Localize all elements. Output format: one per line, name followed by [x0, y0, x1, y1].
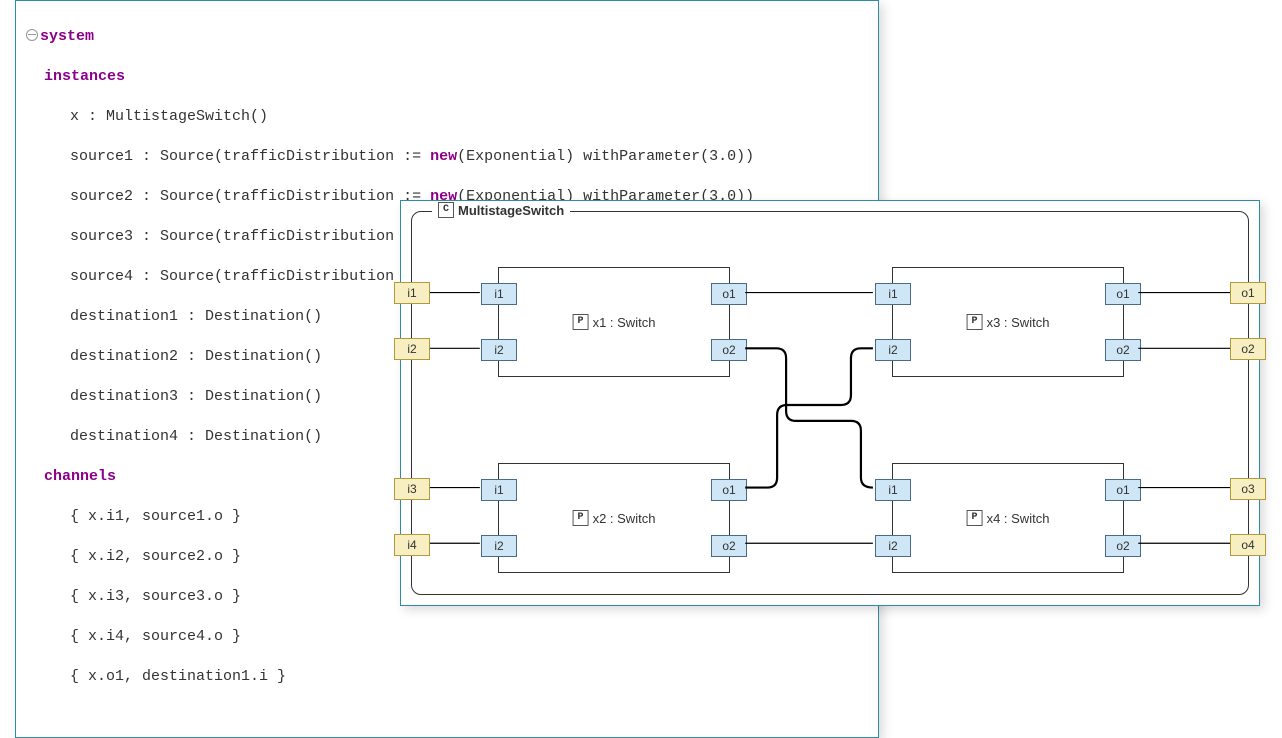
port-i1[interactable]: i1 [481, 479, 517, 501]
port-o2[interactable]: o2 [1105, 535, 1141, 557]
switch-x2[interactable]: P x2 : Switch i1 i2 o1 o2 [498, 463, 730, 573]
ext-port-o2[interactable]: o2 [1230, 338, 1266, 360]
ext-port-i4[interactable]: i4 [394, 534, 430, 556]
port-o1[interactable]: o1 [711, 479, 747, 501]
switch-label: P x4 : Switch [967, 510, 1050, 526]
switch-label: P x1 : Switch [573, 314, 656, 330]
port-i2[interactable]: i2 [481, 339, 517, 361]
diagram-panel: C MultistageSwitch i1 i2 i3 i4 o1 o2 o3 … [400, 200, 1260, 606]
cluster-multistage-switch: C MultistageSwitch i1 i2 i3 i4 o1 o2 o3 … [411, 211, 1249, 595]
kw-channels: channels [44, 468, 116, 485]
ext-port-i1[interactable]: i1 [394, 282, 430, 304]
port-i2[interactable]: i2 [875, 339, 911, 361]
port-o2[interactable]: o2 [1105, 339, 1141, 361]
ext-port-o4[interactable]: o4 [1230, 534, 1266, 556]
switch-label: P x3 : Switch [967, 314, 1050, 330]
port-o1[interactable]: o1 [1105, 283, 1141, 305]
cluster-title-label: MultistageSwitch [458, 203, 564, 218]
cluster-title: C MultistageSwitch [432, 202, 570, 218]
port-i1[interactable]: i1 [875, 479, 911, 501]
port-o2[interactable]: o2 [711, 535, 747, 557]
switch-tag-icon: P [967, 314, 983, 330]
port-o1[interactable]: o1 [1105, 479, 1141, 501]
switch-tag-icon: P [573, 314, 589, 330]
code-line: { x.o1, destination1.i } [26, 667, 868, 687]
ext-port-o1[interactable]: o1 [1230, 282, 1266, 304]
port-i1[interactable]: i1 [481, 283, 517, 305]
kw-instances: instances [44, 68, 125, 85]
port-o1[interactable]: o1 [711, 283, 747, 305]
ext-port-i3[interactable]: i3 [394, 478, 430, 500]
switch-tag-icon: P [967, 510, 983, 526]
code-line: source1 : Source(trafficDistribution := … [26, 147, 868, 167]
port-i1[interactable]: i1 [875, 283, 911, 305]
switch-x1[interactable]: P x1 : Switch i1 i2 o1 o2 [498, 267, 730, 377]
fold-gutter-icon[interactable] [26, 29, 38, 41]
code-line: { x.i4, source4.o } [26, 627, 868, 647]
switch-tag-icon: P [573, 510, 589, 526]
cluster-tag-icon: C [438, 202, 454, 218]
ext-port-i2[interactable]: i2 [394, 338, 430, 360]
switch-label: P x2 : Switch [573, 510, 656, 526]
switch-x3[interactable]: P x3 : Switch i1 i2 o1 o2 [892, 267, 1124, 377]
port-i2[interactable]: i2 [481, 535, 517, 557]
port-i2[interactable]: i2 [875, 535, 911, 557]
port-o2[interactable]: o2 [711, 339, 747, 361]
switch-x4[interactable]: P x4 : Switch i1 i2 o1 o2 [892, 463, 1124, 573]
kw-system: system [40, 28, 94, 45]
ext-port-o3[interactable]: o3 [1230, 478, 1266, 500]
code-line: x : MultistageSwitch() [26, 107, 868, 127]
